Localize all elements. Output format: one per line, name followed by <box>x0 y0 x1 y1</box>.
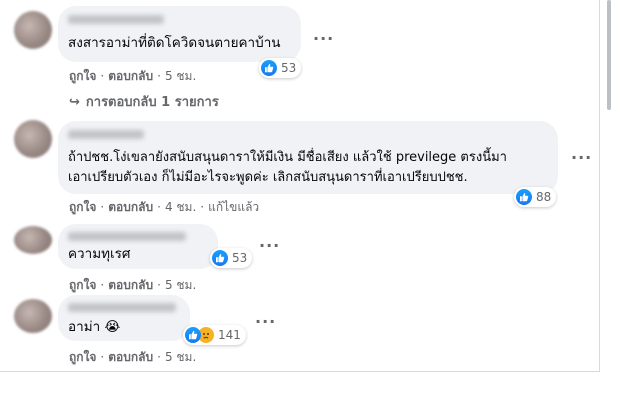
comment-text-line-1: ถ้าปชช.โง่เขลายังสนับสนุนดาราให้มีเงิน ม… <box>68 150 507 165</box>
timestamp[interactable]: 5 ชม. <box>165 278 196 292</box>
comment-actions: ถูกใจ · ตอบกลับ · 5 ชม. <box>69 350 197 364</box>
comment-bubble: อาม่า 😭 <box>58 295 190 341</box>
reaction-summary[interactable]: 53 <box>210 248 253 268</box>
like-button[interactable]: ถูกใจ <box>69 350 96 364</box>
like-reaction-icon <box>516 189 532 205</box>
comment-text: ความทุเรศ <box>68 246 131 262</box>
like-reaction-icon <box>185 327 201 343</box>
commenter-name[interactable] <box>68 232 186 241</box>
commenter-name[interactable] <box>68 15 164 24</box>
scrollbar-thumb[interactable] <box>607 0 611 110</box>
like-button[interactable]: ถูกใจ <box>69 200 96 214</box>
more-options-icon[interactable]: ··· <box>571 150 592 166</box>
like-button[interactable]: ถูกใจ <box>69 278 96 292</box>
avatar[interactable] <box>14 11 52 49</box>
comment-actions: ถูกใจ · ตอบกลับ · 5 ชม. <box>69 278 197 292</box>
like-reaction-icon <box>261 60 277 76</box>
reaction-summary[interactable]: 88 <box>514 187 557 207</box>
reaction-summary[interactable]: 53 <box>259 58 302 78</box>
comment-text-line-2: เอาเปรียบตัวเอง ก็ไม่มีอะไรจะพูดค่ะ เลิก… <box>68 170 468 185</box>
avatar[interactable] <box>14 120 52 158</box>
like-button[interactable]: ถูกใจ <box>69 69 96 83</box>
timestamp[interactable]: 4 ชม. <box>165 200 196 214</box>
comments-panel: สงสารอาม่าที่ติดโควิดจนตายคาบ้าน 53 ··· … <box>0 0 600 372</box>
more-options-icon[interactable]: ··· <box>313 31 334 47</box>
reply-button[interactable]: ตอบกลับ <box>108 200 153 214</box>
commenter-name[interactable] <box>68 303 176 312</box>
comment-actions: ถูกใจ · ตอบกลับ · 5 ชม. <box>69 69 197 83</box>
comment-bubble: ความทุเรศ <box>58 224 218 269</box>
comment-actions: ถูกใจ · ตอบกลับ · 4 ชม. · แก้ไขแล้ว <box>69 200 260 214</box>
edited-label[interactable]: แก้ไขแล้ว <box>208 200 259 214</box>
scrollbar[interactable] <box>604 0 614 372</box>
reaction-count: 53 <box>281 61 297 75</box>
more-options-icon[interactable]: ··· <box>255 314 276 330</box>
reaction-count: 53 <box>232 251 248 265</box>
timestamp[interactable]: 5 ชม. <box>165 69 196 83</box>
avatar[interactable] <box>14 226 52 254</box>
avatar[interactable] <box>14 299 52 333</box>
more-options-icon[interactable]: ··· <box>259 238 280 254</box>
like-reaction-icon <box>212 250 228 266</box>
replies-count-label: การตอบกลับ 1 รายการ <box>85 95 219 110</box>
comment-text: สงสารอาม่าที่ติดโควิดจนตายคาบ้าน <box>68 35 281 51</box>
reply-button[interactable]: ตอบกลับ <box>108 69 153 83</box>
comment-text: อาม่า 😭 <box>68 319 121 335</box>
commenter-name[interactable] <box>68 130 144 139</box>
timestamp[interactable]: 5 ชม. <box>165 350 196 364</box>
view-replies-link[interactable]: ↪ การตอบกลับ 1 รายการ <box>69 94 219 112</box>
reply-button[interactable]: ตอบกลับ <box>108 350 153 364</box>
reply-arrow-icon: ↪ <box>69 95 80 110</box>
reaction-summary[interactable]: 141 <box>183 325 246 345</box>
comment-bubble: ถ้าปชช.โง่เขลายังสนับสนุนดาราให้มีเงิน ม… <box>58 121 558 194</box>
reply-button[interactable]: ตอบกลับ <box>108 278 153 292</box>
reaction-count: 141 <box>218 328 241 342</box>
reaction-count: 88 <box>536 190 552 204</box>
comment-bubble: สงสารอาม่าที่ติดโควิดจนตายคาบ้าน <box>58 6 301 62</box>
